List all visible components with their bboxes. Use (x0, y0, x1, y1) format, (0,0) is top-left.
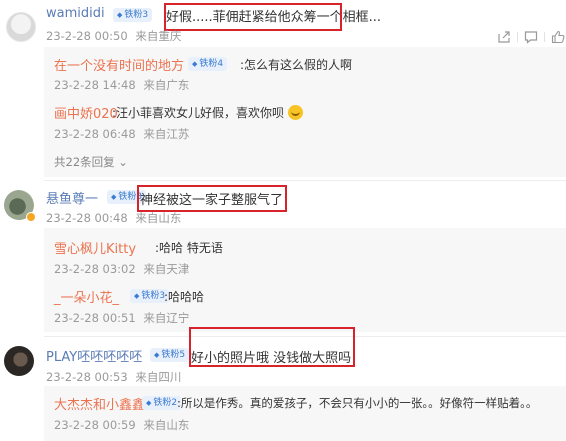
reply-username[interactable]: 大杰杰和小鑫鑫 (54, 394, 145, 413)
reply-meta: 23-2-28 00:59 来自山东 (54, 417, 193, 433)
comment-username[interactable]: PLAY呸呸呸呸呸 (46, 346, 142, 365)
comment-location: 来自四川 (135, 370, 182, 384)
comment-meta: 23-2-28 00:48 来自山东 (46, 210, 185, 226)
fan-rank-badge: 铁粉5 (150, 348, 190, 362)
comment-time: 23-2-28 00:53 (46, 370, 128, 384)
avatar[interactable] (6, 12, 36, 42)
reply-text: :汪小菲喜欢女儿好假，喜欢你呗 (112, 104, 303, 121)
reply-time: 23-2-28 03:02 (54, 262, 136, 276)
reply-meta: 23-2-28 06:48 来自江苏 (54, 126, 193, 142)
fan-rank-badge: 铁粉2 (142, 396, 182, 410)
comment-button[interactable] (517, 29, 544, 45)
comment-location: 来自重庆 (135, 29, 182, 43)
reply-location: 来自辽宁 (143, 311, 190, 325)
reply-meta: 23-2-28 00:51 来自辽宁 (54, 310, 193, 326)
verified-badge-icon (26, 212, 36, 222)
comment-meta: 23-2-28 00:50 来自重庆 (46, 28, 185, 44)
divider (44, 180, 566, 181)
more-replies-link[interactable]: 共22条回复 ⌄ (54, 154, 128, 170)
reply-time: 23-2-28 00:59 (54, 418, 136, 432)
reply-location: 来自山东 (143, 418, 190, 432)
reply-time: 23-2-28 14:48 (54, 78, 136, 92)
comment-location: 来自山东 (135, 211, 182, 225)
reply-username[interactable]: 雪心枫儿Kitty (54, 238, 136, 257)
reply-text: :所以是作秀。真的爱孩子，不会只有小小的一张。。好像符一样贴着。。 (177, 396, 538, 410)
reply-text: :怎么有这么假的人啊 (240, 58, 353, 72)
reply-username[interactable]: 在一个没有时间的地方 (54, 55, 184, 74)
share-button[interactable] (490, 29, 517, 45)
reply-text: :哈哈 特无语 (155, 241, 223, 255)
reply-meta: 23-2-28 14:48 来自广东 (54, 77, 193, 93)
comment-time: 23-2-28 00:50 (46, 29, 128, 43)
like-icon (551, 30, 564, 44)
reply-text: :哈哈哈 (164, 290, 205, 304)
comment-meta: 23-2-28 00:53 来自四川 (46, 369, 185, 385)
highlight-box (189, 327, 355, 367)
reply-time: 23-2-28 00:51 (54, 311, 136, 325)
avatar[interactable] (4, 346, 34, 376)
share-icon (497, 31, 510, 43)
reply-time: 23-2-28 06:48 (54, 127, 136, 141)
fan-rank-badge: 铁粉4 (188, 57, 228, 71)
reply-location: 来自广东 (143, 78, 190, 92)
reply-text-content: :汪小菲喜欢女儿好假，喜欢你呗 (112, 106, 285, 120)
reply-username[interactable]: _一朵小花_ (54, 287, 119, 306)
laugh-emoji-icon (287, 105, 303, 120)
comment-actions (490, 29, 566, 45)
comment-time: 23-2-28 00:48 (46, 211, 128, 225)
fan-rank-badge: 铁粉3 (113, 8, 153, 22)
comment-username[interactable]: 悬鱼尊一 (46, 188, 98, 207)
reply-location: 来自天津 (143, 262, 190, 276)
more-replies-label: 共22条回复 (54, 155, 115, 169)
comment-icon (524, 31, 537, 44)
reply-username[interactable]: 画中娇020 (54, 103, 118, 122)
chevron-down-icon: ⌄ (118, 155, 128, 169)
reply-meta: 23-2-28 03:02 来自天津 (54, 261, 193, 277)
highlight-box (164, 3, 342, 31)
like-button[interactable] (544, 29, 566, 45)
reply-location: 来自江苏 (143, 127, 190, 141)
highlight-box (137, 185, 287, 212)
comment-username[interactable]: wamididi (46, 6, 105, 21)
